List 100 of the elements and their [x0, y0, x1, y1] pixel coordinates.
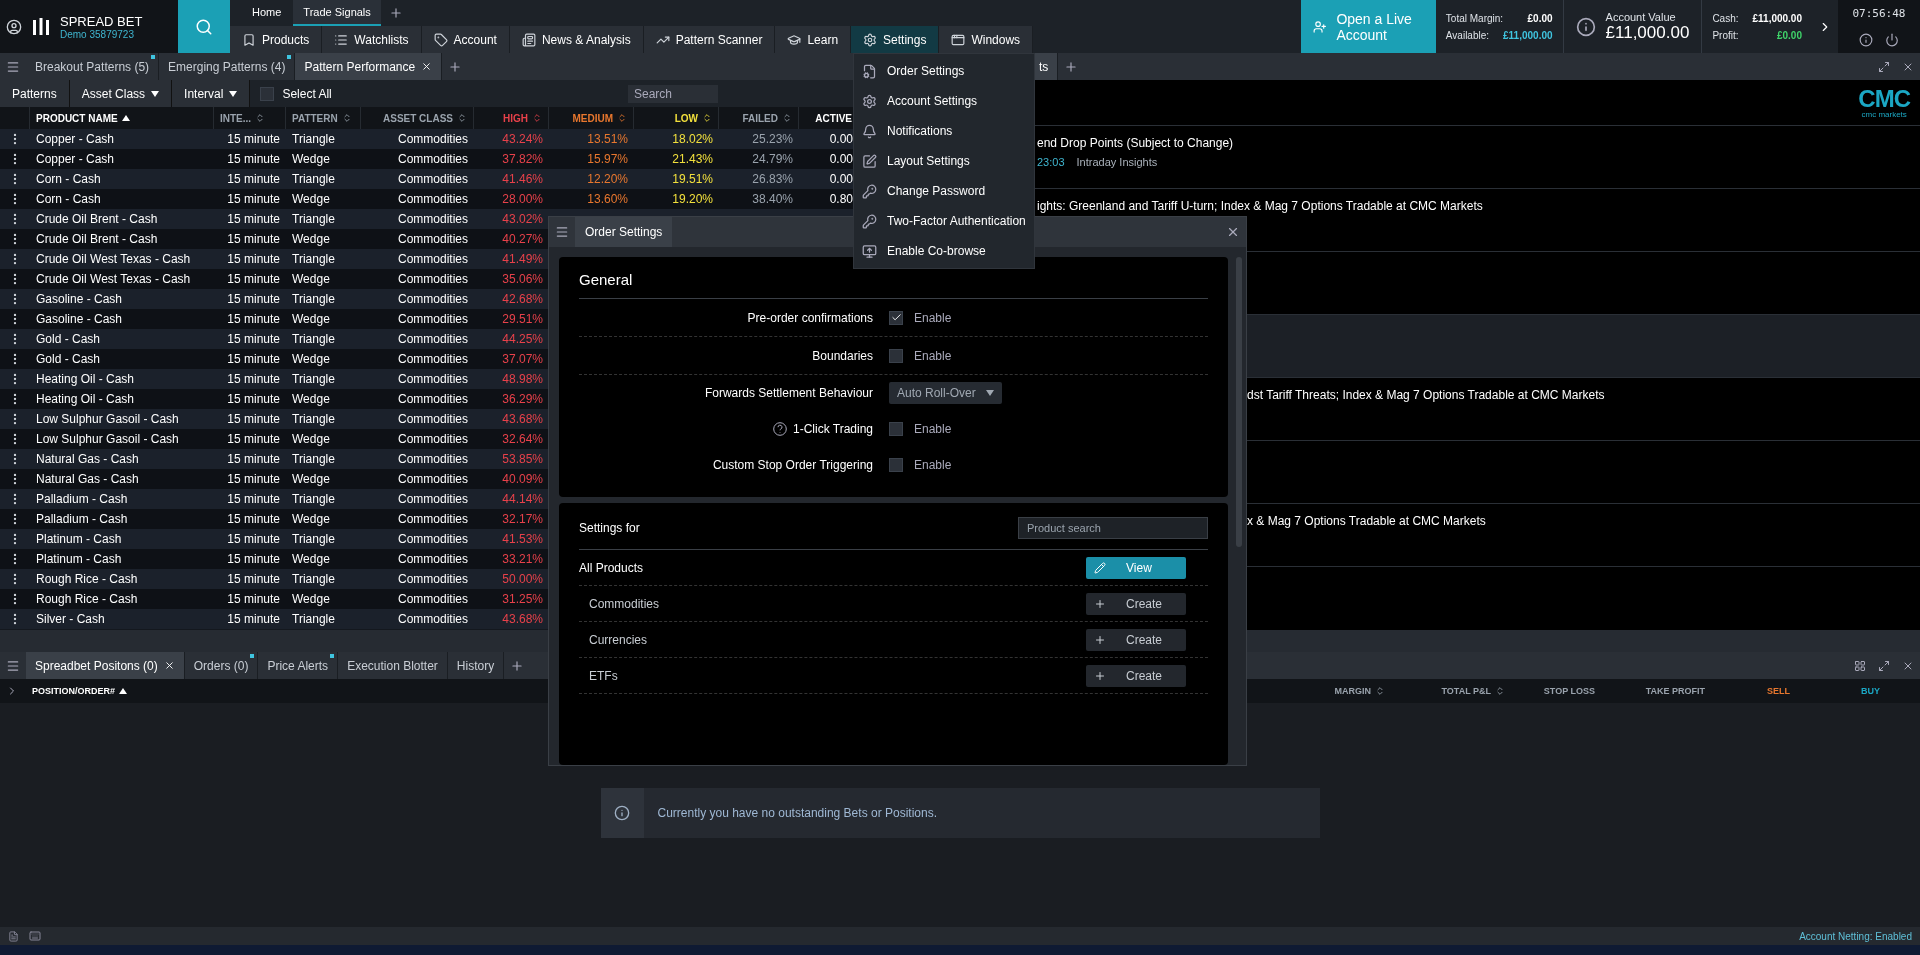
table-cell-text: Commodities: [396, 552, 469, 566]
table-cell-text: Triangle: [291, 372, 336, 386]
stat-label: Profit:: [1712, 29, 1739, 41]
table-cell-text: 32.17%: [501, 512, 544, 526]
table-cell-text: Copper - Cash: [35, 132, 116, 146]
stat-value: £11,000.00: [1752, 12, 1802, 24]
account-value: £11,000.00: [1605, 22, 1690, 43]
table-cell-text: Commodities: [396, 152, 469, 166]
table-cell-text: Corn - Cash: [35, 172, 102, 186]
table-cell-text: Wedge: [291, 432, 331, 446]
table-cell-text: 15 minute: [226, 152, 281, 166]
table-cell-text: 15 minute: [226, 332, 281, 346]
table-cell-text: Triangle: [291, 252, 336, 266]
table-cell-text: Commodities: [396, 612, 469, 626]
table-cell-text: Commodities: [396, 392, 469, 406]
table-cell-text: 28.00%: [501, 192, 544, 206]
table-cell-text: 43.68%: [501, 612, 544, 626]
table-cell-text: Wedge: [291, 192, 331, 206]
table-cell-text: Corn - Cash: [35, 192, 102, 206]
table-cell-text: 43.02%: [501, 212, 544, 226]
table-cell-text: 15 minute: [226, 172, 281, 186]
table-cell-text: Commodities: [396, 432, 469, 446]
table-cell-text: 41.53%: [501, 532, 544, 546]
stat-value: £0.00: [1776, 29, 1802, 41]
table-cell-text: 21.43%: [671, 152, 714, 166]
table-cell-text: Wedge: [291, 232, 331, 246]
table-cell-text: 15 minute: [226, 492, 281, 506]
product-group-label: Currencies: [589, 632, 648, 647]
table-cell-text: 19.51%: [671, 172, 714, 186]
table-cell-text: Commodities: [396, 212, 469, 226]
table-cell-text: Silver - Cash: [35, 612, 106, 626]
table-cell-text: 44.25%: [501, 332, 544, 346]
table-cell-text: Commodities: [396, 232, 469, 246]
logo-caption: cmc markets: [1861, 110, 1907, 119]
table-cell-text: 15 minute: [226, 212, 281, 226]
option-label: Enable: [914, 422, 952, 436]
table-cell-text: 15 minute: [226, 372, 281, 386]
table-cell-text: Commodities: [396, 312, 469, 326]
table-cell-text: 15 minute: [226, 552, 281, 566]
table-cell-text: 18.02%: [671, 132, 714, 146]
table-cell-text: 43.24%: [501, 132, 544, 146]
table-cell-text: Wedge: [291, 472, 331, 486]
window-title: Order Settings: [575, 217, 673, 247]
table-cell-text: 15 minute: [226, 452, 281, 466]
table-cell-text: Commodities: [396, 352, 469, 366]
table-cell-text: Commodities: [396, 132, 469, 146]
news-title: dst Tariff Threats; Index & Mag 7 Options Tradable at CMC Markets: [1247, 388, 1606, 402]
table-cell-text: Triangle: [291, 612, 336, 626]
table-cell-text: 37.82%: [501, 152, 544, 166]
table-cell-text: Wedge: [291, 552, 331, 566]
table-cell-text: 41.46%: [501, 172, 544, 186]
news-title: end Drop Points (Subject to Change): [1037, 136, 1235, 150]
stat-value: £11,000.00: [1503, 29, 1553, 41]
table-cell-text: 29.51%: [501, 312, 544, 326]
table-cell-text: Triangle: [291, 292, 336, 306]
table-cell-text: Commodities: [396, 172, 469, 186]
table-cell-text: Gasoline - Cash: [35, 292, 124, 306]
table-cell-text: Triangle: [291, 132, 336, 146]
setting-label: Pre-order confirmations: [747, 310, 873, 325]
table-cell-text: 15 minute: [226, 232, 281, 246]
table-cell-text: Low Sulphur Gasoil - Cash: [35, 432, 180, 446]
table-cell-text: Commodities: [396, 192, 469, 206]
table-cell-text: Triangle: [291, 412, 336, 426]
table-cell-text: 44.14%: [501, 492, 544, 506]
table-cell-text: 0.00: [828, 172, 854, 186]
table-cell-text: 15 minute: [226, 412, 281, 426]
table-cell-text: 0.80: [828, 192, 854, 206]
table-cell-text: 31.25%: [501, 592, 544, 606]
table-cell-text: 43.68%: [501, 412, 544, 426]
table-cell-text: Rough Rice - Cash: [35, 572, 139, 586]
table-cell-text: Commodities: [396, 472, 469, 486]
table-cell-text: Triangle: [291, 572, 336, 586]
account-id: Demo 35879723: [60, 28, 135, 40]
table-cell-text: 24.79%: [751, 152, 794, 166]
table-cell-text: Wedge: [291, 352, 331, 366]
table-cell-text: 50.00%: [501, 572, 544, 586]
table-cell-text: 15 minute: [226, 272, 281, 286]
table-cell-text: Crude Oil Brent - Cash: [35, 232, 159, 246]
brand-name: SPREAD BET: [60, 13, 143, 29]
table-cell-text: 15 minute: [226, 392, 281, 406]
table-cell-text: Commodities: [396, 532, 469, 546]
section-title: Settings for: [579, 521, 640, 535]
news-title: x & Mag 7 Options Tradable at CMC Markets: [1247, 514, 1487, 528]
table-cell-text: Crude Oil West Texas - Cash: [35, 272, 192, 286]
table-cell-text: Commodities: [396, 492, 469, 506]
table-cell-text: Triangle: [291, 172, 336, 186]
table-cell-text: Natural Gas - Cash: [35, 472, 140, 486]
table-cell-text: 12.20%: [586, 172, 629, 186]
table-cell-text: 15 minute: [226, 252, 281, 266]
table-cell-text: Commodities: [396, 512, 469, 526]
table-cell-text: Palladium - Cash: [35, 512, 129, 526]
table-cell-text: 26.83%: [751, 172, 794, 186]
table-cell-text: 36.29%: [501, 392, 544, 406]
table-cell-text: 15 minute: [226, 432, 281, 446]
table-cell-text: Wedge: [291, 592, 331, 606]
product-group-label: ETFs: [589, 668, 618, 683]
table-cell-text: Triangle: [291, 532, 336, 546]
product-group-label: Commodities: [589, 596, 660, 611]
table-cell-text: Gold - Cash: [35, 352, 102, 366]
table-cell-text: 35.06%: [501, 272, 544, 286]
